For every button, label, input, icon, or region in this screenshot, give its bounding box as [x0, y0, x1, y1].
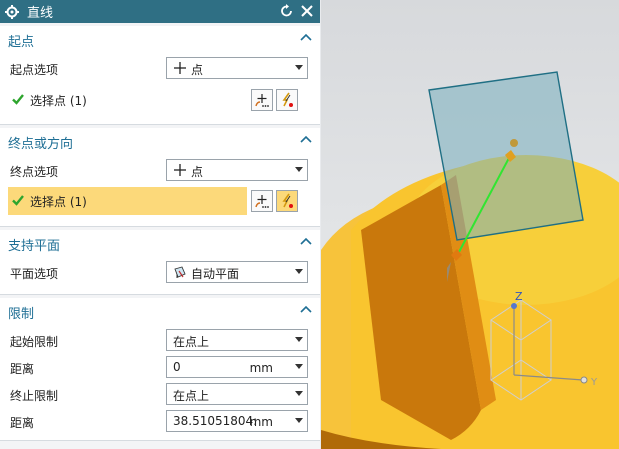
model-view: Z Y — [321, 0, 619, 449]
point-handle[interactable] — [510, 139, 518, 147]
chevron-down-icon — [295, 269, 303, 274]
checkmark-icon — [12, 93, 24, 105]
start-point-group: 起点 起点选项 点 选择点 (1) — [0, 26, 320, 125]
end-limit-value: 在点上 — [173, 389, 210, 403]
start-limit-dropdown[interactable]: 在点上 — [166, 329, 308, 351]
distance2-value: 38.51051804: — [173, 414, 258, 428]
start-limit-row: 起始限制 在点上 — [0, 328, 320, 354]
z-axis-handle[interactable] — [511, 303, 517, 309]
distance1-unit: mm — [249, 361, 273, 375]
chevron-down-icon[interactable] — [295, 418, 303, 423]
start-select-point-row[interactable]: 选择点 (1) — [8, 86, 308, 114]
point-dialog-button[interactable] — [251, 190, 273, 212]
plus-point-icon — [173, 163, 187, 177]
plane-option-row: 平面选项 自动平面 — [0, 260, 320, 286]
support-plane-header[interactable]: 支持平面 — [0, 230, 320, 256]
group-title: 起点 — [8, 35, 35, 50]
chevron-up-icon[interactable] — [300, 304, 312, 316]
chevron-up-icon[interactable] — [300, 32, 312, 44]
start-option-label: 起点选项 — [10, 63, 59, 77]
close-icon[interactable] — [298, 2, 316, 20]
end-option-row: 终点选项 点 — [0, 158, 320, 184]
end-point-group: 终点或方向 终点选项 点 选择点 (1) — [0, 128, 320, 227]
chevron-down-icon — [295, 391, 303, 396]
chevron-up-icon[interactable] — [300, 236, 312, 248]
distance1-label: 距离 — [10, 362, 35, 376]
support-plane-group: 支持平面 平面选项 自动平面 — [0, 230, 320, 295]
plane-option-label: 平面选项 — [10, 267, 59, 281]
distance2-label: 距离 — [10, 416, 35, 430]
checkmark-icon — [12, 194, 24, 206]
end-limit-label: 终止限制 — [10, 389, 59, 403]
end-option-dropdown[interactable]: 点 — [166, 159, 308, 181]
end-select-point-row[interactable]: 选择点 (1) — [8, 187, 247, 215]
line-dialog: 直线 起点 起点选项 点 选择点 (1) 终点或方向 终点选项 点 选择点 (1… — [0, 0, 320, 449]
dialog-titlebar: 直线 — [0, 0, 320, 23]
start-select-point-label: 选择点 (1) — [30, 94, 87, 108]
group-title: 支持平面 — [8, 239, 61, 254]
inferred-point-button[interactable] — [276, 89, 298, 111]
point-dialog-button[interactable] — [251, 89, 273, 111]
z-axis-label: Z — [515, 290, 523, 303]
start-option-value: 点 — [191, 63, 204, 77]
end-limit-dropdown[interactable]: 在点上 — [166, 383, 308, 405]
distance1-input[interactable]: 0 mm — [166, 356, 308, 378]
distance2-unit: mm — [249, 415, 273, 429]
plane-option-dropdown[interactable]: 自动平面 — [166, 261, 308, 283]
end-limit-row: 终止限制 在点上 — [0, 382, 320, 408]
y-axis-label: Y — [590, 377, 598, 388]
group-title: 终点或方向 — [8, 137, 74, 152]
graphics-viewport[interactable]: Z Y — [321, 0, 619, 449]
auto-plane-icon — [173, 265, 187, 279]
y-axis-handle[interactable] — [580, 376, 588, 384]
distance2-input[interactable]: 38.51051804: mm — [166, 410, 308, 432]
distance1-value: 0 — [173, 360, 181, 374]
start-option-row: 起点选项 点 — [0, 56, 320, 82]
end-select-point-label: 选择点 (1) — [30, 195, 87, 209]
distance1-row: 距离 0 mm — [0, 355, 320, 381]
end-option-value: 点 — [191, 165, 204, 179]
distance2-row: 距离 38.51051804: mm — [0, 409, 320, 435]
end-point-header[interactable]: 终点或方向 — [0, 128, 320, 154]
start-limit-value: 在点上 — [173, 335, 210, 349]
dialog-title: 直线 — [27, 6, 54, 21]
start-limit-label: 起始限制 — [10, 335, 59, 349]
start-option-dropdown[interactable]: 点 — [166, 57, 308, 79]
limits-group: 限制 起始限制 在点上 距离 0 mm 终止限制 在点上 距离 38.51051… — [0, 298, 320, 441]
chevron-down-icon — [295, 65, 303, 70]
chevron-up-icon[interactable] — [300, 134, 312, 146]
chevron-down-icon[interactable] — [295, 364, 303, 369]
group-title: 限制 — [8, 307, 35, 322]
limits-header[interactable]: 限制 — [0, 298, 320, 324]
end-option-label: 终点选项 — [10, 165, 59, 179]
chevron-down-icon — [295, 337, 303, 342]
chevron-down-icon — [295, 167, 303, 172]
start-point-header[interactable]: 起点 — [0, 26, 320, 52]
plane-option-value: 自动平面 — [191, 267, 240, 281]
plus-point-icon — [173, 61, 187, 75]
reset-icon[interactable] — [278, 2, 296, 20]
gear-icon[interactable] — [5, 4, 19, 19]
inferred-point-button[interactable] — [276, 190, 298, 212]
